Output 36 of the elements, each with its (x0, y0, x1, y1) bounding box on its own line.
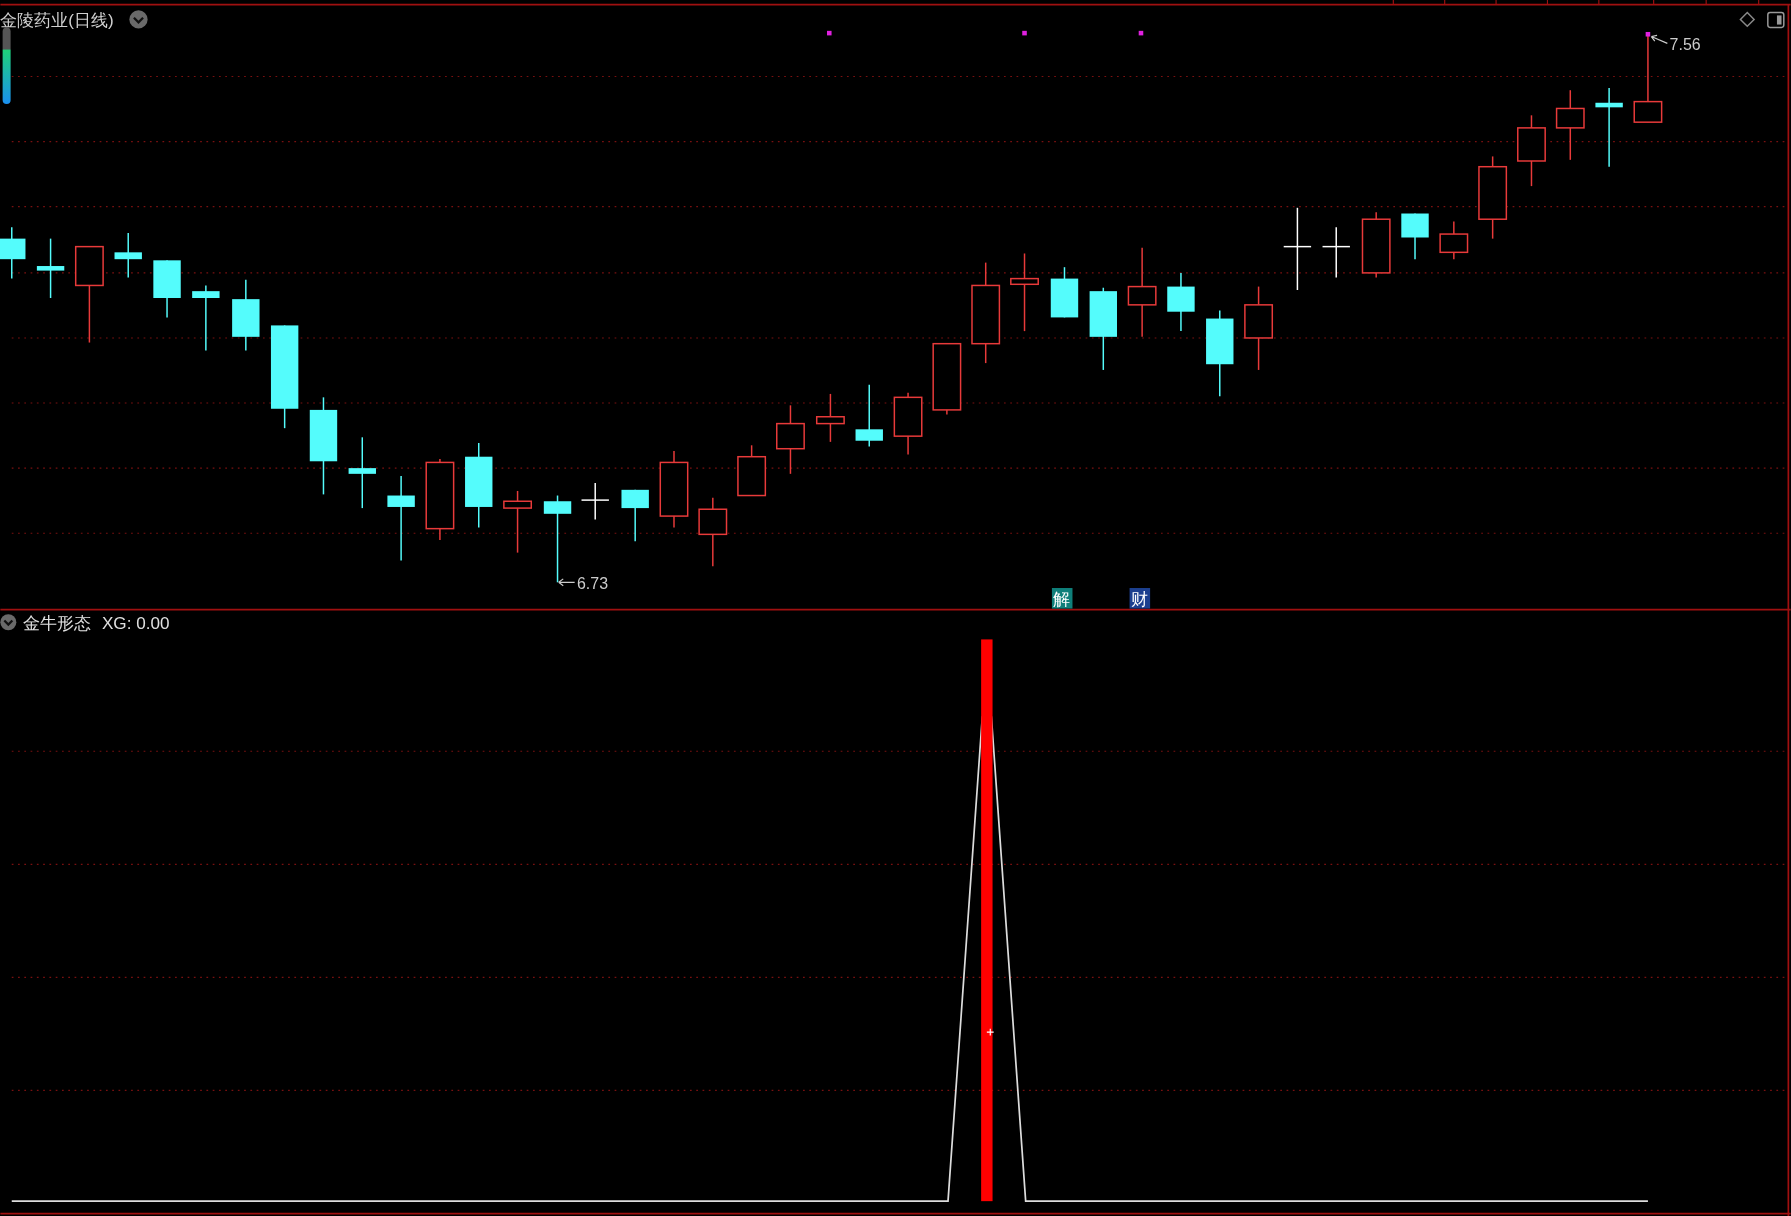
event-badge[interactable]: 解 (1051, 588, 1073, 610)
candlestick (698, 497, 728, 568)
candlestick (153, 259, 181, 319)
candlestick (580, 482, 610, 521)
candlestick (503, 490, 532, 554)
chevron-down-icon[interactable] (0, 614, 17, 631)
crosshair-icon (986, 1028, 995, 1037)
candlestick (855, 384, 883, 448)
diamond-icon[interactable] (1739, 11, 1756, 28)
chevron-down-icon[interactable] (129, 10, 148, 29)
candlestick (1050, 266, 1079, 319)
high-price-label: 7.56 (1669, 36, 1701, 54)
candlestick (1555, 89, 1585, 161)
panel-toggle-icon[interactable] (1767, 11, 1785, 29)
candlestick (621, 489, 649, 542)
candlestick (36, 237, 65, 299)
leader-line (558, 578, 576, 587)
candlestick (1167, 272, 1195, 332)
candlestick (816, 393, 845, 443)
chart-title: 金陵药业(日线) (0, 11, 114, 31)
indicator-title: 金牛形态 (23, 614, 92, 634)
candlestick (192, 284, 220, 352)
candlestick (1401, 212, 1429, 260)
candlestick (1321, 226, 1351, 279)
leader-line (1650, 34, 1668, 44)
candlestick (1439, 220, 1469, 260)
event-badge[interactable]: 财 (1129, 588, 1151, 610)
candlestick (776, 404, 805, 475)
candlestick (893, 392, 923, 456)
indicator-value: XG: 0.00 (101, 614, 170, 634)
candlestick (0, 226, 26, 280)
candlestick (1361, 211, 1391, 279)
candlestick (114, 232, 142, 279)
candlestick (737, 444, 767, 497)
level-meter-icon (2, 27, 11, 104)
low-price-label: 6.73 (576, 575, 609, 593)
